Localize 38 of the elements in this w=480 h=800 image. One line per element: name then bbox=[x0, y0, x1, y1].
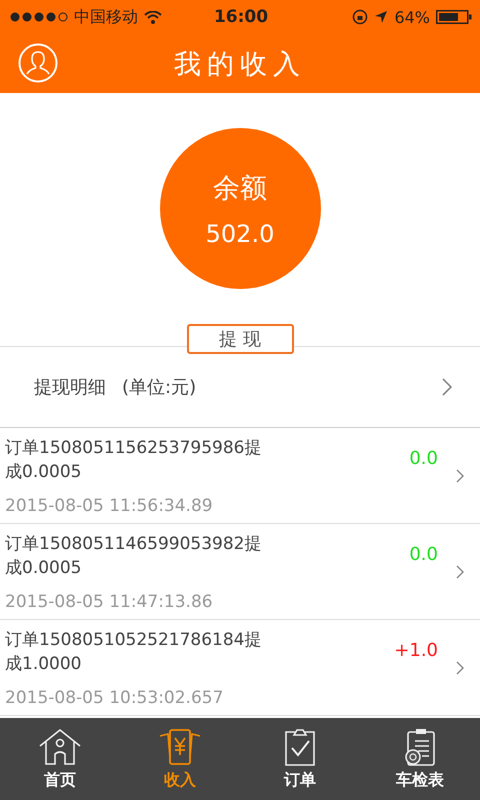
record-amount: 0.0 bbox=[409, 448, 438, 469]
tab-item[interactable]: 首页 bbox=[0, 718, 120, 800]
record-amount: +1.0 bbox=[394, 640, 438, 661]
balance-amount: 502.0 bbox=[206, 220, 274, 248]
house-icon bbox=[38, 728, 82, 766]
rotation-lock-icon bbox=[352, 9, 368, 25]
clock-time: 16:00 bbox=[214, 7, 268, 27]
balance-label: 余额 bbox=[213, 172, 267, 206]
record-time: 2015-08-05 10:53:02.657 bbox=[5, 688, 224, 708]
tab-item[interactable]: 收入 bbox=[120, 718, 240, 800]
record-time: 2015-08-05 11:47:13.86 bbox=[5, 592, 214, 612]
wifi-icon bbox=[144, 10, 162, 24]
record-title: 订单1508051156253795986提成0.0005 bbox=[5, 436, 263, 484]
chevron-right-icon bbox=[456, 660, 464, 674]
location-arrow-icon bbox=[374, 10, 388, 24]
tab-item[interactable]: 车检表 bbox=[360, 718, 480, 800]
record-row[interactable]: 订单1508051052521786184提成1.0000 2015-08-05 10:53:02.657 +1.0 bbox=[0, 620, 480, 716]
profile-button[interactable] bbox=[18, 43, 58, 83]
record-row[interactable]: 订单1508051156253795986提成0.0005 2015-08-05 11:56:34.89 0.0 bbox=[0, 428, 480, 524]
chevron-right-icon[interactable] bbox=[442, 378, 452, 396]
carrier-name: 中国移动 bbox=[74, 6, 138, 28]
record-title: 订单1508051052521786184提成1.0000 bbox=[5, 628, 263, 676]
record-time: 2015-08-05 11:56:34.89 bbox=[5, 496, 214, 516]
page-title: 我的收入 bbox=[174, 48, 306, 82]
battery-percent: 64% bbox=[394, 8, 430, 26]
detail-label[interactable]: 提现明细 bbox=[34, 375, 106, 399]
battery-icon bbox=[436, 10, 472, 24]
user-icon bbox=[18, 43, 58, 83]
record-title: 订单1508051146599053982提成0.0005 bbox=[5, 532, 263, 580]
chevron-right-icon bbox=[456, 564, 464, 578]
withdraw-button[interactable]: 提 现 bbox=[186, 324, 294, 354]
signal-icon bbox=[10, 12, 68, 22]
ticket-icon bbox=[158, 728, 202, 766]
record-amount: 0.0 bbox=[409, 544, 438, 565]
chevron-right-icon bbox=[456, 468, 464, 482]
record-row[interactable]: 订单1508051146599053982提成0.0005 2015-08-05 11:47:13.86 0.0 bbox=[0, 524, 480, 620]
tab-item[interactable]: 订单 bbox=[240, 718, 360, 800]
unit-label: (单位:元) bbox=[122, 376, 196, 399]
